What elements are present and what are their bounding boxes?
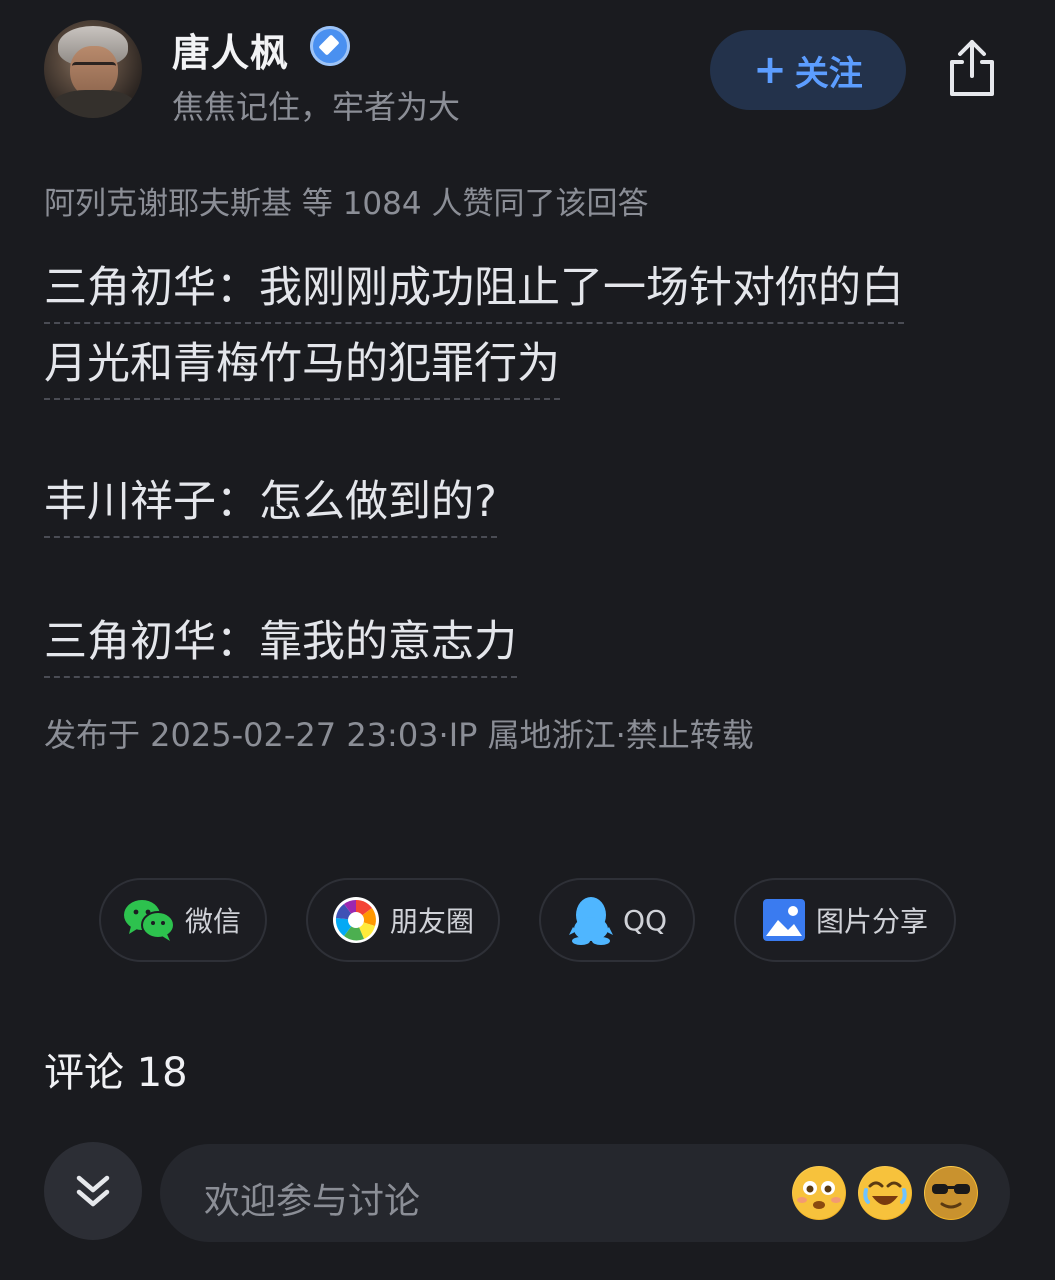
emoji-flushed-icon[interactable] <box>792 1166 846 1220</box>
image-share-icon <box>763 899 805 941</box>
publish-info: 发布于 2025-02-27 23:03·IP 属地浙江·禁止转载 <box>44 716 754 754</box>
comments-count-title: 评论 18 <box>44 1050 188 1096</box>
likes-summary[interactable]: 阿列克谢耶夫斯基 等 1084 人赞同了该回答 <box>44 178 648 223</box>
follow-button[interactable]: + 关注 <box>710 30 906 110</box>
moments-icon <box>333 897 379 943</box>
collapse-button[interactable] <box>44 1142 142 1240</box>
follow-label: 关注 <box>794 53 863 94</box>
author-bio: 焦焦记住，牢者为大 <box>172 88 461 126</box>
avatar-glasses <box>72 62 116 75</box>
author-name[interactable]: 唐人枫 <box>172 22 289 77</box>
answer-line-3: 丰川祥子：怎么做到的? <box>44 472 497 538</box>
share-icon[interactable] <box>940 36 1004 100</box>
plus-icon: + <box>753 47 787 93</box>
answer-line-1: 三角初华：我刚刚成功阻止了一场针对你的白 <box>44 258 904 324</box>
share-qq-button[interactable]: QQ <box>539 878 695 962</box>
share-moments-button[interactable]: 朋友圈 <box>306 878 500 962</box>
wechat-icon <box>124 900 175 941</box>
share-qq-label: QQ <box>623 903 668 937</box>
share-wechat-label: 微信 <box>185 905 242 938</box>
author-avatar[interactable] <box>44 20 142 118</box>
share-image-button[interactable]: 图片分享 <box>734 878 956 962</box>
answer-line-4: 三角初华：靠我的意志力 <box>44 612 517 678</box>
verified-badge-icon <box>310 26 350 66</box>
comment-placeholder: 欢迎参与讨论 <box>204 1181 421 1222</box>
share-moments-label: 朋友圈 <box>390 905 475 938</box>
share-wechat-button[interactable]: 微信 <box>99 878 267 962</box>
emoji-rolling-laugh-icon[interactable] <box>858 1166 912 1220</box>
comment-input[interactable]: 欢迎参与讨论 <box>160 1144 1010 1242</box>
share-image-label: 图片分享 <box>816 905 929 938</box>
double-chevron-down-icon <box>76 1175 110 1207</box>
avatar-coat <box>52 90 136 118</box>
answer-line-2: 月光和青梅竹马的犯罪行为 <box>44 334 560 400</box>
qq-penguin-icon <box>569 897 613 945</box>
emoji-sunglasses-icon[interactable] <box>924 1166 978 1220</box>
